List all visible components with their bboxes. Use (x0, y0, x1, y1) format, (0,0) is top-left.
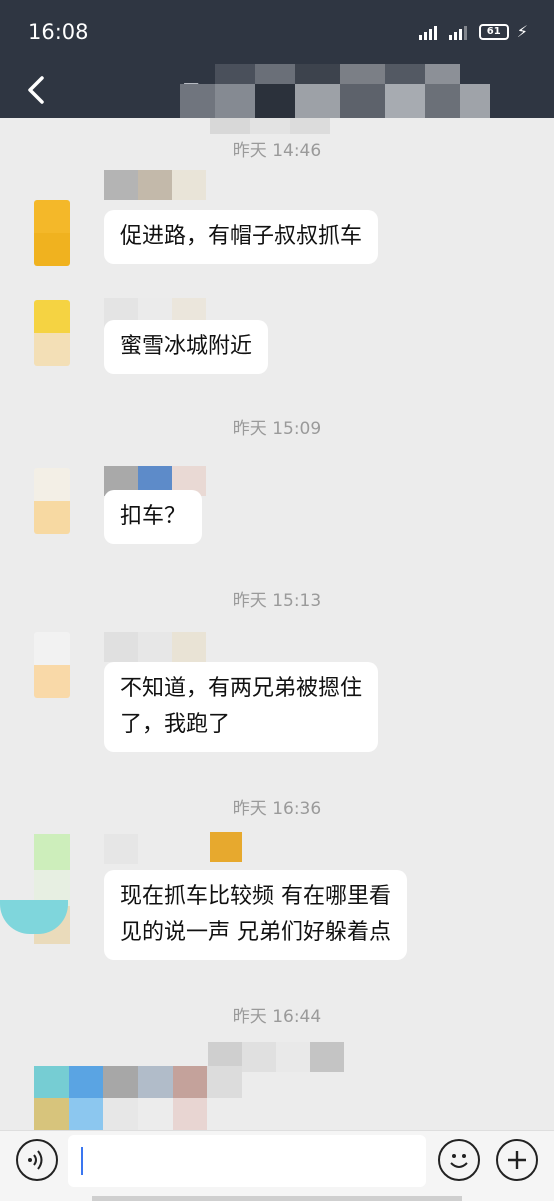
battery-icon: 61 (478, 23, 509, 40)
message-timestamp: 昨天 15:13 (232, 591, 322, 611)
chevron-left-icon[interactable] (18, 66, 58, 114)
mosaic-block (340, 64, 385, 84)
message-list[interactable]: 昨天 14:46 促进路，有帽子叔叔抓车 蜜雪冰城附近 昨天 15:09 扣车？… (0, 118, 554, 1130)
mosaic-block (295, 84, 340, 118)
message-bubble[interactable]: 扣车？ (104, 490, 203, 544)
mosaic-block (215, 84, 255, 118)
mosaic-block (425, 64, 460, 84)
sender-name-mosaic (104, 834, 172, 864)
status-icons: 61 ⚡ (418, 22, 528, 41)
mosaic-block (385, 64, 425, 84)
mosaic-block (295, 64, 340, 84)
mosaic-block (180, 84, 215, 118)
mosaic-block (425, 84, 460, 118)
message-text: 见的说一声 兄弟们好躲着点 (120, 920, 391, 945)
message-text: 扣车？ (120, 504, 187, 529)
chat-header: 易 (0, 64, 554, 118)
signal-icon (418, 24, 441, 40)
avatar[interactable] (34, 632, 70, 698)
text-caret (81, 1147, 83, 1175)
mosaic-block (290, 118, 330, 134)
status-time: 16:08 (28, 20, 89, 44)
message-text: 蜜雪冰城附近 (120, 334, 253, 359)
mosaic-block (255, 84, 295, 118)
signal-icon-2 (448, 24, 471, 40)
sender-name-mosaic (104, 632, 206, 662)
voice-icon[interactable] (16, 1139, 58, 1181)
mosaic-block (385, 84, 425, 118)
message-input[interactable] (68, 1135, 426, 1187)
message-timestamp: 昨天 16:44 (232, 1007, 322, 1027)
mosaic-block (250, 118, 290, 134)
emoji-icon[interactable] (438, 1139, 480, 1181)
mosaic-block (460, 84, 490, 118)
message-timestamp: 昨天 16:36 (232, 799, 322, 819)
avatar[interactable] (34, 468, 70, 534)
sender-name-mosaic (104, 170, 206, 200)
message-bubble[interactable]: 促进路，有帽子叔叔抓车 (104, 210, 379, 264)
avatar[interactable] (34, 200, 70, 266)
avatar[interactable] (34, 1066, 242, 1130)
message-bubble[interactable]: 现在抓车比较频 有在哪里看 见的说一声 兄弟们好躲着点 (104, 870, 407, 960)
plus-icon[interactable] (496, 1139, 538, 1181)
message-text: 不知道，有两兄弟被摁住 (120, 676, 363, 701)
message-timestamp: 昨天 15:09 (232, 419, 322, 439)
charging-icon: ⚡ (516, 22, 528, 41)
mosaic-block (255, 64, 295, 84)
message-timestamp: 昨天 14:46 (232, 141, 322, 161)
message-text: 促进路，有帽子叔叔抓车 (120, 224, 363, 249)
home-indicator (92, 1196, 462, 1201)
input-bar (0, 1130, 554, 1201)
message-text: 现在抓车比较频 有在哪里看 (120, 884, 391, 909)
sender-name-mosaic (210, 832, 242, 862)
mosaic-block (210, 118, 250, 134)
avatar[interactable] (34, 300, 70, 366)
mosaic-block (215, 64, 255, 84)
message-text: 了，我跑了 (120, 712, 231, 737)
status-bar: 16:08 61 ⚡ (0, 0, 554, 64)
mosaic-block (340, 84, 385, 118)
message-bubble[interactable]: 蜜雪冰城附近 (104, 320, 269, 374)
message-bubble[interactable]: 不知道，有两兄弟被摁住 了，我跑了 (104, 662, 379, 752)
